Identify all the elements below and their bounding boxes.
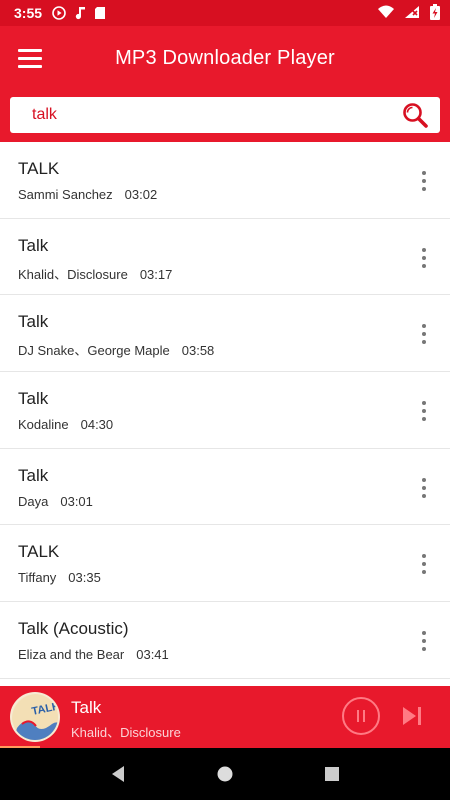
song-row[interactable]: Talk (Acoustic) Eliza and the Bear 03:41 (0, 602, 450, 679)
app-bar: MP3 Downloader Player (0, 26, 450, 90)
search-input[interactable] (32, 106, 398, 124)
status-time: 3:55 (14, 5, 43, 21)
song-artist: Tiffany (18, 570, 57, 586)
sd-card-icon (94, 6, 106, 20)
search-area (0, 90, 450, 142)
more-options-icon[interactable] (414, 166, 434, 196)
song-duration: 03:17 (139, 266, 173, 282)
song-row[interactable]: TALK Sammi Sanchez 03:02 (0, 142, 450, 219)
song-title: Talk (Acoustic) (18, 619, 129, 639)
song-artist: Kodaline (18, 417, 69, 433)
music-note-icon (74, 6, 86, 20)
song-row[interactable]: Talk Kodaline 04:30 (0, 372, 450, 449)
song-list: TALK Sammi Sanchez 03:02 Talk Khalid、Disc… (0, 142, 450, 686)
song-artist: Daya (18, 493, 49, 509)
album-art[interactable]: TALK (10, 692, 60, 742)
now-playing-title: Talk (71, 698, 102, 717)
song-artist: DJ Snake、George Maple (18, 343, 170, 359)
app-title: MP3 Downloader Player (115, 46, 335, 69)
song-title: Talk (18, 312, 49, 332)
signal-no-data-icon (404, 5, 420, 22)
more-options-icon[interactable] (414, 473, 434, 503)
song-artist: Khalid、Disclosure (18, 266, 128, 282)
song-duration: 03:41 (136, 647, 169, 663)
song-duration: 03:35 (68, 570, 101, 586)
song-artist: Sammi Sanchez (18, 187, 113, 202)
song-title: Talk (18, 235, 49, 255)
song-duration: 03:58 (181, 343, 215, 359)
song-duration: 04:30 (80, 417, 114, 433)
song-title: Talk (18, 389, 49, 409)
song-duration: 03:02 (124, 187, 158, 202)
song-row[interactable]: TALK Tiffany 03:35 (0, 525, 450, 603)
song-title: TALK (18, 542, 60, 562)
back-icon[interactable] (98, 754, 138, 794)
song-row[interactable]: Talk Daya 03:01 (0, 449, 450, 526)
now-playing-artist: Khalid、Disclosure (71, 725, 181, 740)
song-artist: Eliza and the Bear (18, 647, 125, 663)
search-icon[interactable] (398, 98, 432, 132)
more-options-icon[interactable] (414, 549, 434, 579)
wifi-icon (378, 5, 394, 22)
more-options-icon[interactable] (414, 396, 434, 426)
hamburger-menu-icon[interactable] (0, 26, 60, 90)
pause-icon[interactable] (342, 697, 380, 735)
status-bar: 3:55 (0, 0, 450, 26)
home-icon[interactable] (205, 754, 245, 794)
system-nav-bar (0, 748, 450, 800)
skip-next-icon[interactable] (400, 703, 426, 729)
more-options-icon[interactable] (414, 626, 434, 656)
song-row[interactable]: Talk Khalid、Disclosure 03:17 (0, 219, 450, 296)
search-bar (10, 97, 440, 133)
more-options-icon[interactable] (414, 243, 434, 273)
recents-icon[interactable] (312, 754, 352, 794)
song-title: TALK (18, 159, 60, 178)
song-title: Talk (18, 465, 49, 485)
mini-player[interactable]: TALK Talk Khalid、Disclosure (0, 686, 450, 748)
play-circle-icon (52, 6, 66, 20)
song-duration: 03:01 (60, 493, 93, 509)
song-row[interactable]: Talk DJ Snake、George Maple 03:58 (0, 295, 450, 373)
more-options-icon[interactable] (414, 319, 434, 349)
battery-charging-icon (430, 3, 440, 23)
